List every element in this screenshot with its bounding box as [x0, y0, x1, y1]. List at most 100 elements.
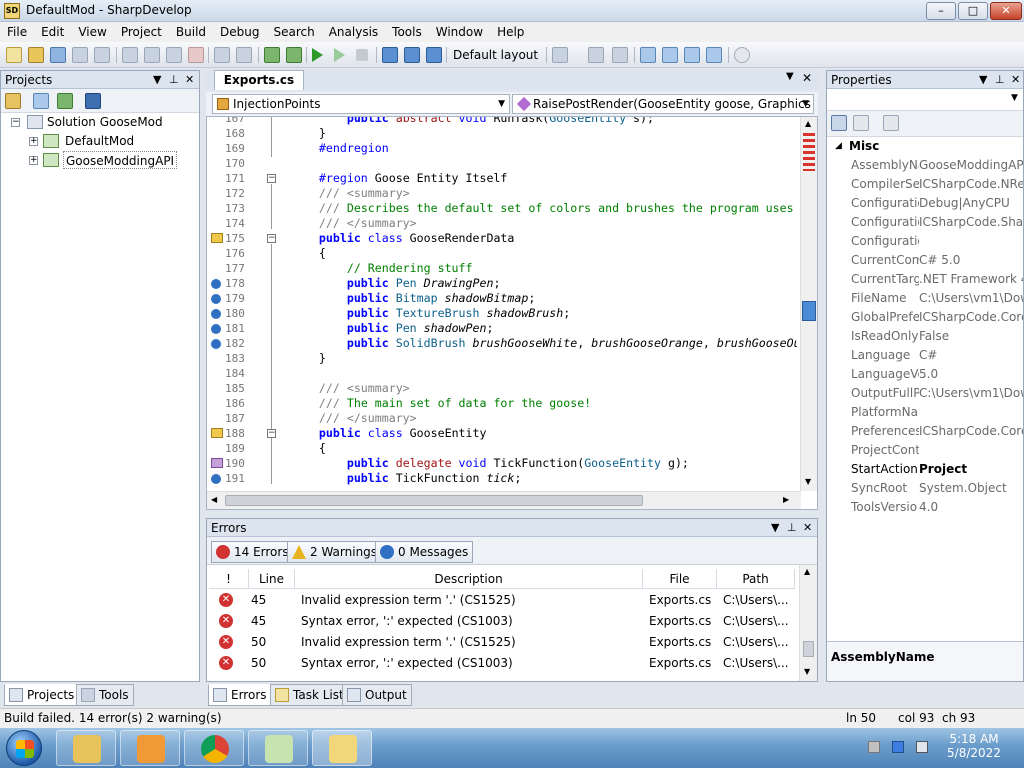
tree-expander-goosemoddingapi[interactable]: + [29, 156, 38, 165]
prev-bookmark-icon[interactable] [662, 47, 678, 63]
find-icon[interactable] [734, 47, 750, 63]
property-row[interactable]: ToolsVersio 4.0 [827, 498, 1023, 517]
column-header-file[interactable]: File [643, 569, 717, 589]
categorized-icon[interactable] [831, 115, 847, 131]
property-row[interactable]: StartAction Project [827, 460, 1023, 479]
delegate-marker-icon[interactable] [211, 458, 223, 468]
property-row[interactable]: Configuratio Debug|AnyCPU [827, 194, 1023, 213]
step-over-icon[interactable] [382, 47, 398, 63]
new-file-icon[interactable] [6, 47, 22, 63]
property-row[interactable]: AssemblyNa GooseModdingAPI [827, 156, 1023, 175]
menu-window[interactable]: Window [429, 22, 490, 42]
property-row[interactable]: ProjectCont [827, 441, 1023, 460]
property-pages-icon[interactable] [883, 115, 899, 131]
member-marker-icon[interactable] [211, 339, 221, 349]
messages-filter-button[interactable]: 0 Messages [375, 541, 474, 563]
class-dropdown[interactable]: InjectionPoints ▼ [212, 94, 510, 114]
error-row[interactable]: ✕ 50 Invalid expression term '.' (CS1525… [209, 632, 797, 653]
paste-icon[interactable] [166, 47, 182, 63]
chevron-down-icon[interactable]: ▼ [786, 71, 794, 82]
taskbar-chrome[interactable] [184, 730, 244, 766]
tab-errors[interactable]: Errors [208, 684, 272, 706]
scroll-up-icon[interactable]: ▲ [804, 567, 810, 576]
property-row[interactable]: Language C# [827, 346, 1023, 365]
taskbar-notepad[interactable] [248, 730, 308, 766]
tab-output[interactable]: Output [342, 684, 412, 706]
code-editor[interactable]: 167 168 169 170 171 172 173 174 175 176 … [206, 116, 818, 510]
run-without-debugger-icon[interactable] [334, 48, 345, 62]
property-row[interactable]: GlobalPreferICSharpCode.Core.P [827, 308, 1023, 327]
save-all-icon[interactable] [72, 47, 88, 63]
taskbar-media-player[interactable] [120, 730, 180, 766]
pin-icon[interactable]: ⊥ [995, 71, 1005, 89]
maximize-button[interactable]: □ [958, 2, 988, 20]
chevron-down-icon[interactable]: ▼ [1011, 93, 1018, 103]
column-header-line[interactable]: Line [249, 569, 295, 589]
override-marker-icon[interactable] [211, 428, 223, 438]
error-row[interactable]: ✕ 50 Syntax error, ':' expected (CS1003)… [209, 653, 797, 674]
tree-item-goosemoddingapi[interactable]: GooseModdingAPI [63, 151, 178, 169]
vertical-scrollbar[interactable]: ▲ ▼ [800, 117, 817, 491]
errors-filter-button[interactable]: 14 Errors [211, 541, 294, 563]
refresh-icon[interactable] [57, 93, 73, 109]
open-file-icon[interactable] [28, 47, 44, 63]
clear-bookmarks-icon[interactable] [706, 47, 722, 63]
bookmark-icon[interactable] [588, 47, 604, 63]
error-row[interactable]: ✕ 45 Invalid expression term '.' (CS1525… [209, 590, 797, 611]
property-row[interactable]: PlatformNar [827, 403, 1023, 422]
tree-item-solution[interactable]: Solution GooseMod [47, 113, 163, 131]
menu-view[interactable]: View [71, 22, 113, 42]
property-row[interactable]: Configuratio [827, 232, 1023, 251]
build-icon[interactable] [264, 47, 280, 63]
rebuild-icon[interactable] [286, 47, 302, 63]
member-marker-icon[interactable] [211, 294, 221, 304]
fold-toggle[interactable]: − [267, 234, 276, 243]
member-dropdown[interactable]: RaisePostRender(GooseEntity goose, Graph… [512, 94, 814, 129]
chevron-down-icon[interactable]: ▼ [979, 71, 987, 89]
pin-icon[interactable]: ⊥ [787, 519, 797, 537]
tree-expander-defaultmod[interactable]: + [29, 137, 38, 146]
indent-icon[interactable] [612, 47, 628, 63]
chevron-down-icon[interactable]: ▼ [771, 519, 779, 537]
member-marker-icon[interactable] [211, 324, 221, 334]
menu-tools[interactable]: Tools [385, 22, 429, 42]
menu-search[interactable]: Search [266, 22, 321, 42]
menu-analysis[interactable]: Analysis [322, 22, 385, 42]
chevron-down-icon[interactable]: ▼ [153, 71, 161, 89]
property-row[interactable]: ConfiguratioICSharpCode.Sharp [827, 213, 1023, 232]
close-icon[interactable]: ✕ [802, 71, 812, 85]
override-marker-icon[interactable] [211, 233, 223, 243]
property-row[interactable]: CurrentCom C# 5.0 [827, 251, 1023, 270]
property-row[interactable]: LanguageVe 5.0 [827, 365, 1023, 384]
warnings-filter-button[interactable]: 2 Warnings [287, 541, 383, 563]
comment-icon[interactable] [552, 47, 568, 63]
taskbar-sharpdevelop[interactable] [312, 730, 372, 766]
property-row[interactable]: PreferencesICSharpCode.Core.P [827, 422, 1023, 441]
scroll-down-icon[interactable]: ▼ [805, 477, 811, 486]
close-icon[interactable]: ✕ [803, 519, 812, 537]
column-header-description[interactable]: Description [295, 569, 643, 589]
horizontal-scrollbar[interactable]: ◀ ▶ [207, 491, 801, 509]
column-header-severity[interactable]: ! [209, 569, 249, 589]
fold-toggle[interactable]: − [267, 174, 276, 183]
collapse-all-icon[interactable] [33, 93, 49, 109]
sort-alphabetical-icon[interactable] [853, 115, 869, 131]
menu-edit[interactable]: Edit [34, 22, 71, 42]
print-icon[interactable] [94, 47, 110, 63]
fold-toggle[interactable]: − [267, 429, 276, 438]
scroll-right-icon[interactable]: ▶ [783, 495, 789, 504]
undo-icon[interactable] [214, 47, 230, 63]
close-icon[interactable]: ✕ [185, 71, 194, 89]
menu-debug[interactable]: Debug [213, 22, 266, 42]
start-button[interactable] [6, 730, 42, 766]
clock[interactable]: 5:18 AM 5/8/2022 [942, 732, 1006, 760]
project-properties-icon[interactable] [5, 93, 21, 109]
close-window-button[interactable]: ✕ [990, 2, 1022, 20]
property-row[interactable]: CurrentTarg.NET Framework 4.5 [827, 270, 1023, 289]
tab-task-list[interactable]: Task List [270, 684, 349, 706]
action-center-icon[interactable] [868, 741, 880, 753]
menu-help[interactable]: Help [490, 22, 531, 42]
scroll-up-icon[interactable]: ▲ [805, 119, 811, 128]
menu-project[interactable]: Project [114, 22, 169, 42]
tab-exports-cs[interactable]: Exports.cs [214, 70, 304, 90]
